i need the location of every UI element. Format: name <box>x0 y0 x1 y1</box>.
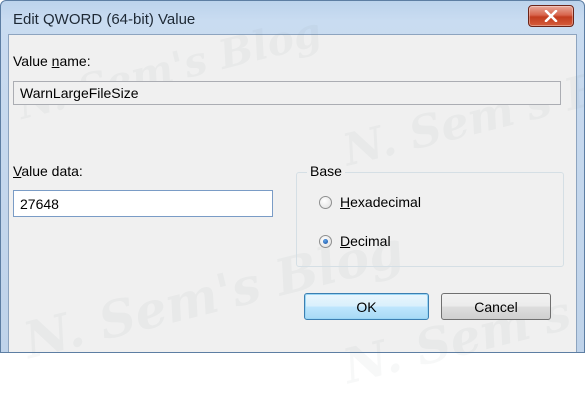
radio-checked-icon[interactable] <box>319 234 332 248</box>
base-legend: Base <box>307 163 345 179</box>
title-bar[interactable]: Edit QWORD (64-bit) Value <box>1 1 584 35</box>
base-groupbox <box>296 172 564 267</box>
value-name-label-suffix: ame: <box>59 53 91 69</box>
radio-hexadecimal[interactable]: Hexadecimal <box>319 194 421 210</box>
decimal-mnemonic: D <box>340 233 351 249</box>
value-name-label-prefix: Value <box>13 53 52 69</box>
dialog-title: Edit QWORD (64-bit) Value <box>13 11 196 28</box>
value-name-field[interactable]: WarnLargeFileSize <box>13 81 561 105</box>
value-name-label: Value name: <box>13 53 91 69</box>
close-icon <box>544 10 558 22</box>
close-button[interactable] <box>528 5 574 27</box>
cancel-button[interactable]: Cancel <box>441 293 551 320</box>
watermark: N. Sem's Blog <box>337 250 585 395</box>
radio-unchecked-icon[interactable] <box>319 195 332 209</box>
watermark: N. Sem's Blog <box>337 44 585 177</box>
value-data-input[interactable]: 27648 <box>13 190 273 217</box>
decimal-label: ecimal <box>350 233 391 249</box>
ok-button[interactable]: OK <box>304 293 429 320</box>
hexadecimal-mnemonic: H <box>340 194 351 210</box>
hexadecimal-label: exadecimal <box>350 194 421 210</box>
value-data-label: Value data: <box>13 163 83 179</box>
radio-decimal[interactable]: Decimal <box>319 233 391 249</box>
value-data-label-suffix: alue data: <box>21 163 83 179</box>
edit-qword-dialog: Edit QWORD (64-bit) Value N. Sem's Blog … <box>0 0 585 395</box>
